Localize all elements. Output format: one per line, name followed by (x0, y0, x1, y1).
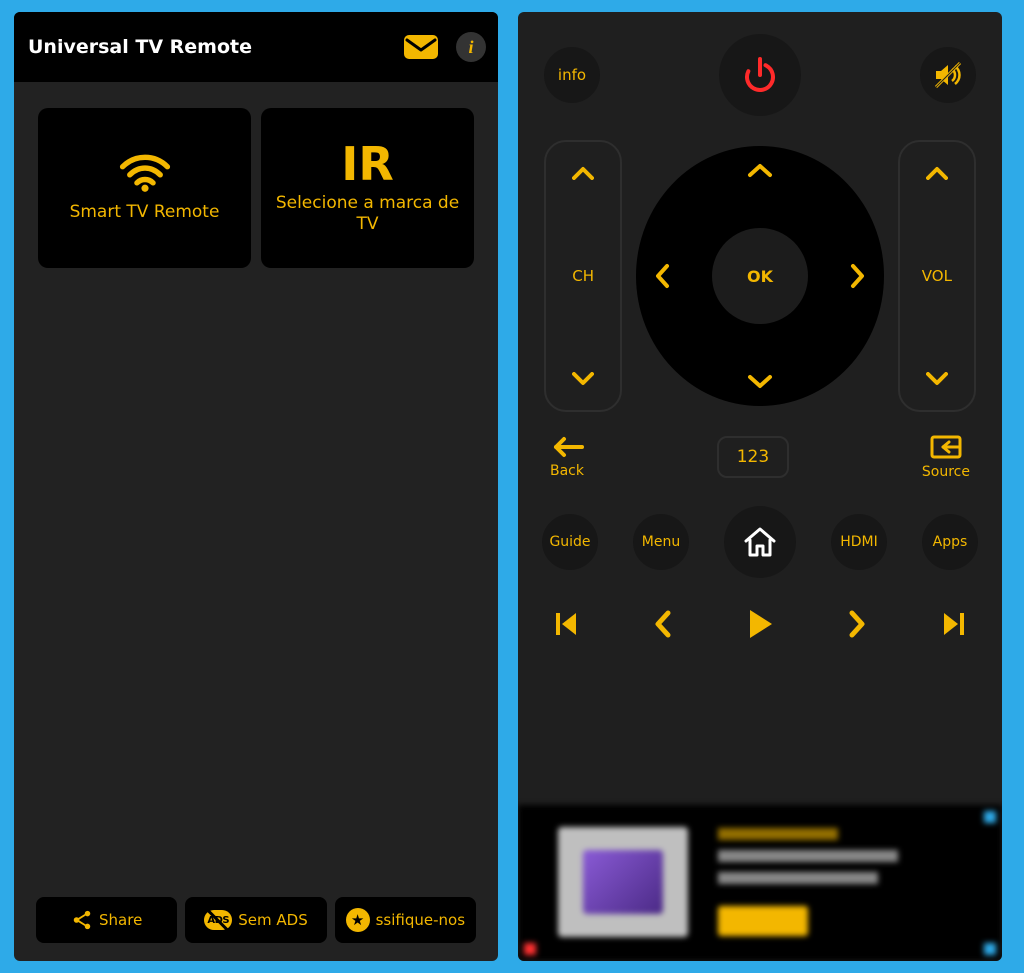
mid-row: Back 123 Source (518, 412, 1002, 480)
home-button[interactable] (724, 506, 796, 578)
dpad-down-button[interactable] (747, 374, 773, 390)
info-button[interactable]: info (544, 47, 600, 103)
info-icon[interactable]: i (456, 32, 486, 62)
guide-button[interactable]: Guide (542, 514, 598, 570)
transport-row (518, 578, 1002, 644)
wifi-icon (119, 154, 171, 192)
rate-us-button[interactable]: ★ ssifique-nos (335, 897, 476, 943)
share-label: Share (99, 911, 142, 929)
home-icon (742, 525, 778, 559)
mail-icon[interactable] (404, 34, 438, 60)
topbar: Universal TV Remote i (14, 12, 498, 82)
skip-prev-button[interactable] (554, 611, 578, 641)
volume-rocker: VOL (898, 140, 976, 412)
no-ads-button[interactable]: ADS Sem ADS (185, 897, 326, 943)
share-icon (71, 909, 93, 931)
back-label: Back (550, 463, 584, 479)
play-icon (746, 608, 774, 640)
power-button[interactable] (719, 34, 801, 116)
forward-button[interactable] (849, 610, 867, 642)
mode-cards: Smart TV Remote IR Selecione a marca de … (14, 82, 498, 268)
chevron-left-icon (653, 610, 671, 638)
no-ads-icon: ADS (204, 910, 232, 930)
skip-next-icon (942, 611, 966, 637)
channel-down-button[interactable] (572, 368, 594, 390)
bottom-actions: Share ADS Sem ADS ★ ssifique-nos (14, 897, 498, 943)
smart-tv-label: Smart TV Remote (70, 202, 220, 222)
screen-home: Universal TV Remote i Smart TV Remote IR (14, 12, 498, 961)
dpad-up-button[interactable] (747, 162, 773, 178)
volume-down-button[interactable] (926, 368, 948, 390)
mute-icon (933, 60, 963, 90)
numpad-button[interactable]: 123 (717, 436, 789, 478)
back-button[interactable]: Back (550, 435, 584, 479)
back-arrow-icon (550, 435, 584, 459)
app-title: Universal TV Remote (28, 36, 404, 58)
remote-header: info (518, 12, 1002, 122)
ir-label-big: IR (341, 141, 394, 187)
ad-marker-icon (984, 943, 996, 955)
star-icon: ★ (346, 908, 370, 932)
chevron-right-icon (849, 610, 867, 638)
ad-banner[interactable] (518, 805, 1002, 961)
ad-thumbnail (558, 827, 688, 937)
volume-up-button[interactable] (926, 162, 948, 184)
volume-label: VOL (922, 267, 952, 285)
screen-remote: info CH (518, 12, 1002, 961)
channel-label: CH (572, 267, 594, 285)
source-icon (929, 434, 963, 460)
no-ads-label: Sem ADS (238, 911, 307, 929)
dpad-left-button[interactable] (654, 263, 670, 289)
nav-cluster: CH OK VOL (518, 122, 1002, 412)
rewind-button[interactable] (653, 610, 671, 642)
ad-marker-icon (984, 811, 996, 823)
mute-button[interactable] (920, 47, 976, 103)
ok-button[interactable]: OK (712, 228, 808, 324)
dpad-right-button[interactable] (850, 263, 866, 289)
source-button[interactable]: Source (922, 434, 970, 480)
source-label: Source (922, 464, 970, 480)
power-icon (740, 55, 780, 95)
apps-button[interactable]: Apps (922, 514, 978, 570)
channel-up-button[interactable] (572, 162, 594, 184)
menu-button[interactable]: Menu (633, 514, 689, 570)
share-button[interactable]: Share (36, 897, 177, 943)
shortcut-row: Guide Menu HDMI Apps (518, 480, 1002, 578)
ir-sub-label: Selecione a marca de TV (271, 193, 464, 236)
smart-tv-card[interactable]: Smart TV Remote (38, 108, 251, 268)
ad-marker-icon (524, 943, 536, 955)
play-button[interactable] (746, 608, 774, 644)
skip-prev-icon (554, 611, 578, 637)
channel-rocker: CH (544, 140, 622, 412)
ad-cta-button (718, 906, 808, 936)
ir-card[interactable]: IR Selecione a marca de TV (261, 108, 474, 268)
hdmi-button[interactable]: HDMI (831, 514, 887, 570)
rate-label: ssifique-nos (376, 911, 465, 929)
skip-next-button[interactable] (942, 611, 966, 641)
dpad: OK (636, 146, 884, 406)
